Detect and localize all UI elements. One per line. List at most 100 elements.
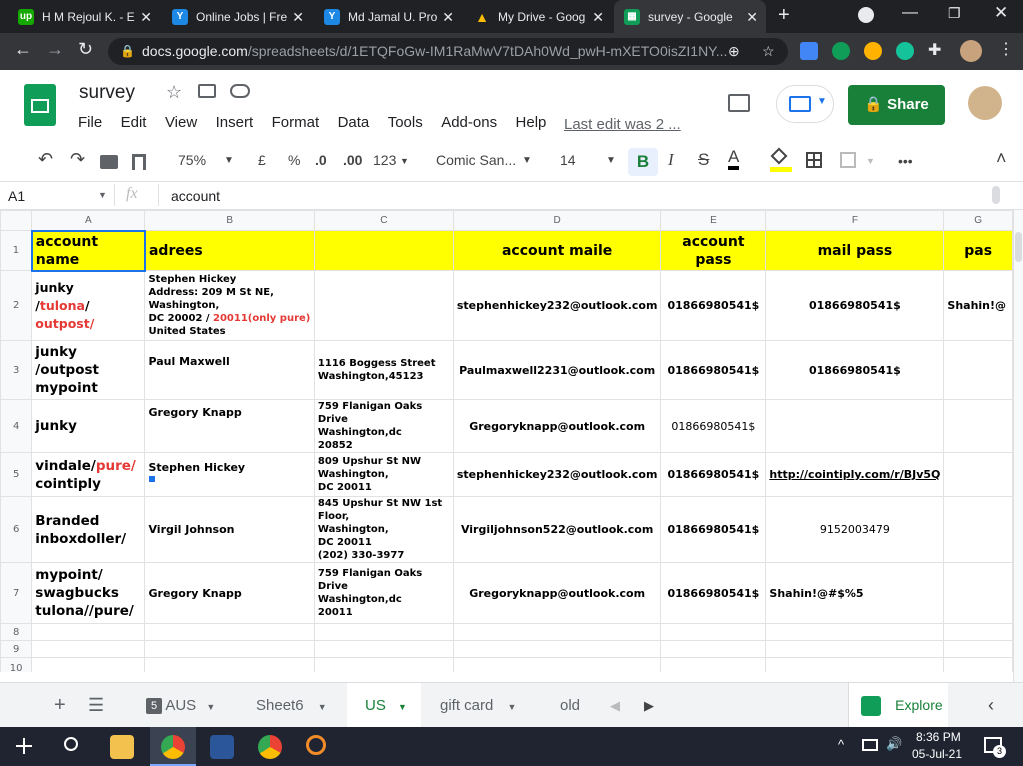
- column-header-d[interactable]: D: [452, 210, 662, 231]
- font-size-select[interactable]: 14: [560, 152, 576, 168]
- cell[interactable]: [31, 640, 146, 658]
- vertical-scrollbar-thumb[interactable]: [1015, 232, 1022, 262]
- undo-icon[interactable]: ↶: [38, 149, 53, 170]
- cell-d4[interactable]: Gregoryknapp@outlook.com: [452, 399, 662, 453]
- row-header-8[interactable]: 8: [0, 623, 33, 641]
- cell-c6[interactable]: 845 Upshur St NW 1st Floor, Washington, DC…: [313, 496, 454, 563]
- cell-d3[interactable]: Paulmaxwell2231@outlook.com: [452, 340, 662, 400]
- taskbar-chrome-active[interactable]: [150, 727, 196, 766]
- menu-addons[interactable]: Add-ons: [441, 114, 497, 131]
- doc-title[interactable]: survey: [79, 82, 135, 104]
- collapse-menus-icon[interactable]: ˄: [996, 148, 1007, 169]
- cell[interactable]: [943, 623, 1013, 641]
- cell-b7[interactable]: Gregory Knapp: [144, 562, 315, 624]
- cell-g1-pas[interactable]: pas: [943, 230, 1013, 271]
- extension-icon[interactable]: [832, 42, 850, 60]
- column-header-c[interactable]: C: [313, 210, 454, 231]
- cell-d5[interactable]: stephenhickey232@outlook.com: [452, 452, 662, 497]
- cell[interactable]: [31, 657, 146, 672]
- cell-b3[interactable]: Paul Maxwell: [144, 340, 315, 400]
- browser-tab-my-drive[interactable]: ▲ My Drive - Goog ✕: [464, 0, 612, 33]
- cell-e2[interactable]: 01866980541$: [660, 270, 767, 341]
- menu-file[interactable]: File: [78, 114, 102, 131]
- side-panel-toggle-icon[interactable]: ‹: [988, 683, 994, 728]
- cell-c3[interactable]: 1116 Boggess Street Washington,45123: [313, 340, 454, 400]
- sheet-tab-old[interactable]: old: [544, 683, 594, 728]
- cell[interactable]: [144, 657, 315, 672]
- chevron-down-icon[interactable]: ▼: [522, 155, 532, 166]
- chevron-down-icon[interactable]: ▼: [398, 702, 407, 712]
- menu-edit[interactable]: Edit: [121, 114, 147, 131]
- word-icon[interactable]: [210, 735, 234, 759]
- cell-d1-account-maile[interactable]: account maile: [452, 230, 662, 271]
- cell[interactable]: [144, 623, 315, 641]
- chevron-up-icon[interactable]: ^: [838, 737, 844, 752]
- close-tab-icon[interactable]: ✕: [292, 9, 304, 26]
- cell-c4[interactable]: 759 Flanigan Oaks Drive Washington,dc 2085…: [313, 399, 454, 453]
- cell-e3[interactable]: 01866980541$: [660, 340, 767, 400]
- close-tab-icon[interactable]: ✕: [592, 9, 604, 26]
- cell-g7[interactable]: [943, 562, 1013, 624]
- cell-e6[interactable]: 01866980541$: [660, 496, 767, 563]
- account-avatar[interactable]: [968, 86, 1002, 120]
- merge-cells-icon[interactable]: [840, 152, 856, 168]
- sheet-tab-aus[interactable]: 5 AUS ▼: [132, 683, 234, 728]
- cell[interactable]: [765, 623, 945, 641]
- cell-e7[interactable]: 01866980541$: [660, 562, 767, 624]
- row-header-1[interactable]: 1: [0, 230, 33, 271]
- column-header-g[interactable]: G: [943, 210, 1013, 231]
- cell[interactable]: [660, 623, 767, 641]
- share-button[interactable]: 🔒 Share: [848, 85, 945, 125]
- windows-start-icon[interactable]: [16, 738, 32, 754]
- more-options-icon[interactable]: •••: [898, 153, 913, 169]
- grammarly-icon[interactable]: [896, 42, 914, 60]
- cell[interactable]: [144, 640, 315, 658]
- row-header-5[interactable]: 5: [0, 452, 33, 497]
- menu-insert[interactable]: Insert: [216, 114, 254, 131]
- currency-format-button[interactable]: £: [258, 152, 266, 168]
- explore-button[interactable]: Explore: [848, 683, 948, 728]
- cell-b5[interactable]: Stephen Hickey: [144, 452, 315, 497]
- chevron-down-icon[interactable]: ▼: [224, 155, 234, 166]
- search-icon[interactable]: [64, 737, 78, 751]
- more-formats-button[interactable]: 123: [373, 152, 396, 168]
- bookmark-star-icon[interactable]: ☆: [762, 38, 775, 65]
- cell-a2[interactable]: junky/tulona/outpost/: [31, 270, 146, 341]
- translate-extension-icon[interactable]: [800, 42, 818, 60]
- cell-e5[interactable]: 01866980541$: [660, 452, 767, 497]
- browser-tab-upwork[interactable]: up H M Rejoul K. - E ✕: [8, 0, 160, 33]
- all-sheets-icon[interactable]: ☰: [88, 683, 104, 728]
- row-header-10[interactable]: 10: [0, 657, 33, 672]
- tab-search-icon[interactable]: [858, 7, 874, 23]
- move-folder-icon[interactable]: [198, 84, 216, 98]
- cell[interactable]: [660, 657, 767, 672]
- menu-data[interactable]: Data: [338, 114, 370, 131]
- sheet-tab-gift-card[interactable]: gift card ▼: [424, 683, 540, 728]
- forward-icon[interactable]: →: [46, 39, 64, 60]
- cell-f3[interactable]: 01866980541$: [765, 340, 945, 400]
- percent-format-button[interactable]: %: [288, 152, 300, 168]
- name-box[interactable]: A1: [8, 188, 25, 204]
- browser-menu-icon[interactable]: ⋮: [998, 39, 1014, 59]
- bold-button[interactable]: B: [628, 148, 658, 176]
- borders-icon[interactable]: [806, 152, 822, 168]
- cell[interactable]: [313, 657, 454, 672]
- new-tab-icon[interactable]: +: [778, 4, 790, 27]
- browser-tab-survey[interactable]: ▦ survey - Google ✕: [614, 0, 766, 33]
- cell-f6[interactable]: 9152003479: [765, 496, 945, 563]
- font-select[interactable]: Comic San...: [436, 152, 516, 168]
- sheet-tab-sheet6[interactable]: Sheet6 ▼: [238, 683, 344, 728]
- sheet-tab-us[interactable]: US ▼: [347, 683, 421, 728]
- chrome-icon[interactable]: [258, 735, 282, 759]
- cell-g5[interactable]: [943, 452, 1013, 497]
- cell-a7[interactable]: mypoint/swagbucks tulona//pure/: [31, 562, 146, 624]
- zoom-icon[interactable]: ⊕: [728, 38, 740, 65]
- cell-c5[interactable]: 809 Upshur St NW Washington, DC 20011: [313, 452, 454, 497]
- fill-handle[interactable]: [149, 476, 155, 482]
- cell-a1-account-name[interactable]: account name: [30, 229, 146, 272]
- row-header-3[interactable]: 3: [0, 340, 33, 400]
- cell-g6[interactable]: [943, 496, 1013, 563]
- cell[interactable]: [452, 640, 662, 658]
- cell[interactable]: [313, 623, 454, 641]
- decrease-decimal-button[interactable]: .0: [315, 152, 327, 168]
